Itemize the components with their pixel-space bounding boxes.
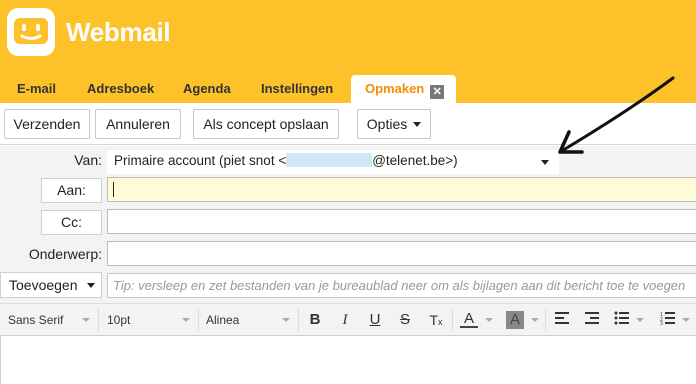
redacted-email-part [286,153,373,167]
chevron-down-icon [485,318,493,322]
attach-label: Toevoegen [9,277,78,293]
tab-email[interactable]: E-mail [9,75,64,103]
tab-agenda[interactable]: Agenda [175,75,239,103]
cc-button[interactable]: Cc: [41,210,102,235]
close-icon[interactable]: ✕ [430,85,445,99]
from-value-suffix: @telenet.be>) [372,153,458,168]
subject-label: Onderwerp: [28,246,102,262]
underline-icon[interactable]: U [366,311,384,329]
from-value-prefix: Primaire account (piet snot < [114,153,287,168]
text-cursor [113,182,114,197]
svg-text:3: 3 [660,321,663,325]
save-draft-button[interactable]: Als concept opslaan [193,109,339,139]
chevron-down-icon [282,318,290,322]
tab-adresboek[interactable]: Adresboek [79,75,162,103]
tab-instellingen[interactable]: Instellingen [253,75,341,103]
chevron-down-icon [531,318,539,322]
chevron-down-icon [86,283,95,288]
toolbar-divider [545,309,546,331]
bullet-list-icon[interactable] [613,311,631,329]
toolbar-divider [452,309,453,331]
tab-opmaken[interactable]: Opmaken ✕ [351,75,457,103]
align-right-icon[interactable] [583,311,601,329]
tab-opmaken-label: Opmaken [365,81,425,96]
italic-icon[interactable]: I [336,311,354,329]
clear-format-icon[interactable]: Tx [427,311,445,329]
font-family-select[interactable]: Sans Serif [8,304,63,336]
align-left-icon[interactable] [553,311,571,329]
arrow-pointer-icon [558,76,675,154]
cc-field[interactable] [107,209,696,234]
toolbar-divider [298,309,299,331]
options-button[interactable]: Opties [357,109,431,139]
brand-title: Webmail [66,17,171,47]
strikethrough-icon[interactable]: S [396,311,414,329]
paragraph-format-select[interactable]: Alinea [206,304,239,336]
from-account-select[interactable]: Primaire account (piet snot < @telenet.be… [107,150,559,174]
attachment-drop-zone[interactable]: Tip: versleep en zet bestanden van je bu… [107,273,696,298]
chevron-down-icon [82,318,90,322]
editor-toolbar: Sans Serif 10pt Alinea B I U S Tx A A 12… [0,303,696,335]
message-body-editor[interactable] [0,335,696,384]
smiley-icon [7,8,55,56]
highlight-color-icon[interactable]: A [506,311,524,329]
bold-icon[interactable]: B [306,311,324,329]
options-label: Opties [366,116,408,132]
to-field[interactable] [107,177,696,202]
to-button[interactable]: Aan: [41,178,102,203]
subject-field[interactable] [107,241,696,266]
numbered-list-icon[interactable]: 123 [659,311,677,329]
chevron-down-icon [182,318,190,322]
cancel-button[interactable]: Annuleren [95,109,181,139]
font-size-select[interactable]: 10pt [107,304,130,336]
attach-button[interactable]: Toevoegen [0,272,102,298]
chevron-down-icon [413,122,422,127]
toolbar-divider [98,309,99,331]
chevron-down-icon [682,318,690,322]
toolbar-divider [198,309,199,331]
send-button[interactable]: Verzenden [4,109,90,139]
chevron-down-icon [636,318,644,322]
from-label: Van: [74,152,102,168]
text-color-icon[interactable]: A [460,311,478,328]
